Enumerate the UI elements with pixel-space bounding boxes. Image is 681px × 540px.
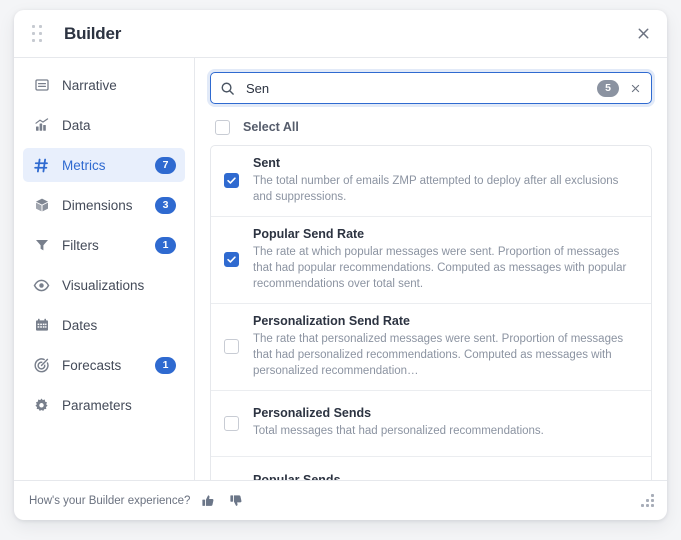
sidebar-item-label: Dates	[62, 317, 98, 333]
hash-icon	[32, 156, 51, 175]
bar-chart-icon	[32, 116, 51, 135]
calendar-icon	[32, 316, 51, 335]
list-item[interactable]: Popular Send Rate The rate at which popu…	[211, 217, 651, 304]
sidebar-item-label: Forecasts	[62, 357, 122, 373]
metric-description: The total number of emails ZMP attempted…	[253, 175, 619, 204]
metric-checkbox[interactable]	[224, 339, 239, 355]
metric-description: The rate that personalized messages were…	[253, 332, 624, 378]
status-badge: 1	[155, 236, 176, 254]
close-button[interactable]	[619, 10, 667, 57]
sidebar-item-forecasts[interactable]: Forecasts 1	[23, 348, 185, 382]
search-bar[interactable]: 5	[210, 72, 652, 104]
clear-search-button[interactable]	[625, 78, 645, 98]
sidebar-item-dates[interactable]: Dates	[23, 308, 185, 342]
eye-icon	[32, 276, 51, 295]
status-badge: 7	[155, 156, 176, 174]
cube-icon	[32, 196, 51, 215]
metric-name: Popular Sends	[253, 472, 341, 480]
metric-checkbox[interactable]	[224, 415, 239, 431]
select-all-label: Select All	[243, 120, 299, 134]
target-icon	[32, 356, 51, 375]
sidebar-item-label: Dimensions	[62, 197, 133, 213]
funnel-icon	[32, 236, 51, 255]
thumbs-up-icon[interactable]	[198, 491, 218, 511]
select-all-row[interactable]: Select All	[210, 109, 652, 145]
list-item[interactable]: Sent The total number of emails ZMP atte…	[211, 146, 651, 217]
panel-body: Narrative Data Metrics 7 Dimensions 3 Fi…	[14, 58, 667, 480]
sidebar-item-data[interactable]: Data	[23, 108, 185, 142]
metric-checkbox[interactable]	[224, 173, 239, 189]
sidebar-item-label: Metrics	[62, 157, 106, 173]
sidebar-item-label: Data	[62, 117, 91, 133]
metric-checkbox[interactable]	[224, 252, 239, 268]
metric-name: Sent	[253, 156, 281, 170]
sidebar-item-label: Filters	[62, 237, 99, 253]
builder-panel: Builder Narrative Data Metrics 7 Dimensi…	[14, 10, 667, 520]
metric-description: Total messages that had personalized rec…	[253, 425, 544, 438]
sidebar-item-label: Narrative	[62, 77, 117, 93]
list-item[interactable]: Personalization Send Rate The rate that …	[211, 304, 651, 391]
list-item[interactable]: Personalized Sends Total messages that h…	[211, 391, 651, 457]
sidebar-item-label: Parameters	[62, 397, 132, 413]
sidebar-item-narrative[interactable]: Narrative	[23, 68, 185, 102]
metrics-list: Sent The total number of emails ZMP atte…	[210, 145, 652, 480]
select-all-checkbox[interactable]	[215, 119, 230, 135]
sidebar-item-filters[interactable]: Filters 1	[23, 228, 185, 262]
feedback-prompt: How's your Builder experience?	[29, 494, 191, 507]
sidebar-item-metrics[interactable]: Metrics 7	[23, 148, 185, 182]
sidebar: Narrative Data Metrics 7 Dimensions 3 Fi…	[14, 58, 195, 480]
panel-footer: How's your Builder experience?	[14, 480, 667, 520]
thumbs-down-icon[interactable]	[226, 491, 246, 511]
status-badge: 3	[155, 196, 176, 214]
search-icon	[220, 81, 235, 96]
panel-header: Builder	[14, 10, 667, 58]
resize-grip-icon[interactable]	[641, 493, 655, 508]
sidebar-item-visualizations[interactable]: Visualizations	[23, 268, 185, 302]
status-badge: 1	[155, 356, 176, 374]
gear-icon	[32, 396, 51, 415]
narrative-icon	[32, 76, 51, 95]
sidebar-item-label: Visualizations	[62, 277, 145, 293]
close-icon	[636, 26, 651, 41]
drag-dots-icon[interactable]	[26, 23, 48, 45]
page-title: Builder	[64, 23, 122, 43]
list-item[interactable]: Popular Sends Total messages that had po…	[211, 457, 651, 480]
search-result-count: 5	[597, 79, 619, 97]
metric-name: Popular Send Rate	[253, 226, 365, 241]
sidebar-item-dimensions[interactable]: Dimensions 3	[23, 188, 185, 222]
sidebar-item-parameters[interactable]: Parameters	[23, 388, 185, 422]
search-input[interactable]	[244, 79, 597, 97]
metric-name: Personalization Send Rate	[253, 313, 410, 328]
metric-name: Personalized Sends	[253, 406, 372, 421]
metric-description: The rate at which popular messages were …	[253, 245, 627, 291]
metrics-panel: 5 Select All	[195, 58, 667, 480]
